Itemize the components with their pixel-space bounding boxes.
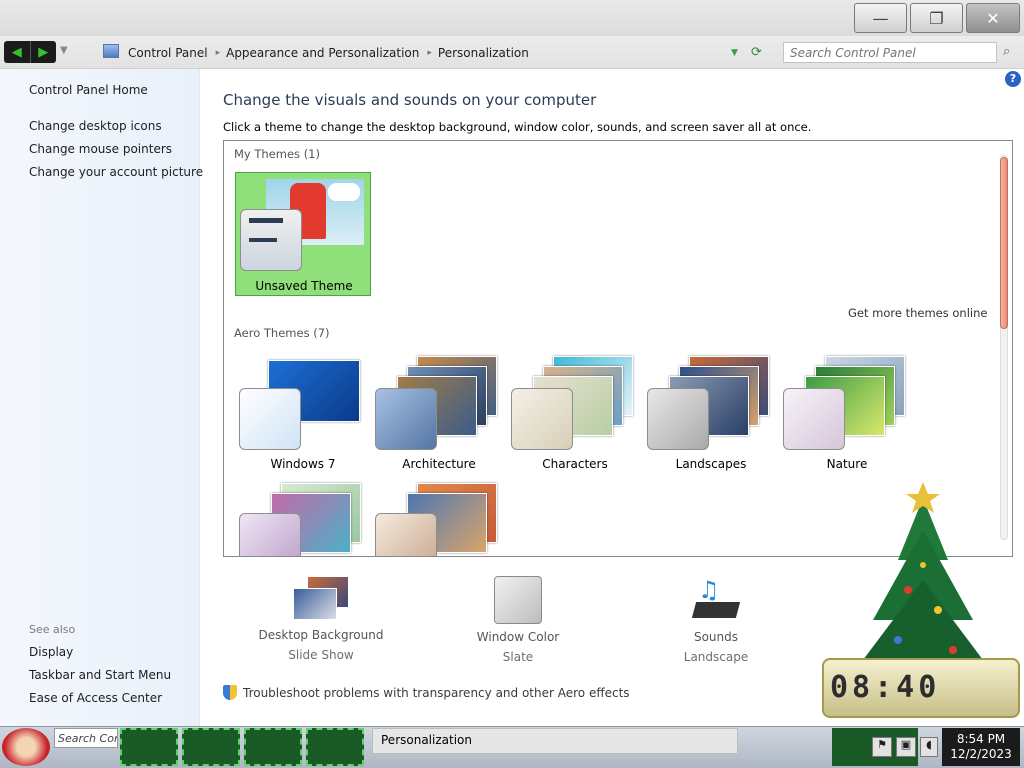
sidebar-item-ease-of-access[interactable]: Ease of Access Center [29,691,162,705]
see-also-heading: See also [29,623,76,636]
taskbar-tree-icon[interactable] [244,728,302,766]
theme-label: Architecture [402,457,476,471]
theme-label: Unsaved Theme [255,279,353,293]
back-arrow-icon[interactable]: ◀ [4,41,31,63]
speech-bubble-icon [328,183,360,201]
window-color-value: Slate [502,650,534,664]
theme-label: Characters [542,457,608,471]
title-bar: — ❐ ✕ [0,0,1024,36]
start-button-santa-icon[interactable] [2,728,50,766]
theme-unsaved-color-swatch [240,209,302,271]
recent-pages-chevron-icon[interactable]: ▼ [60,45,68,56]
maximize-button[interactable]: ❐ [910,3,963,33]
search-input[interactable] [783,42,997,63]
theme-color-swatch [239,388,301,450]
desktop-background-value: Slide Show [288,648,354,662]
theme-color-swatch [647,388,709,450]
search-icon[interactable]: ⌕ [1003,44,1010,59]
page-instructions: Click a theme to change the desktop back… [223,120,812,134]
theme-label: Windows 7 [270,457,336,471]
sidebar-item-account-picture[interactable]: Change your account picture [29,165,203,179]
aero-themes-heading: Aero Themes (7) [234,326,330,340]
breadcrumb-separator-icon[interactable]: ▸ [427,48,432,58]
taskbar-window-personalization[interactable]: Personalization [372,728,738,754]
sounds-icon: ♫ [691,576,741,624]
theme-label: Landscapes [675,457,747,471]
breadcrumb-separator-icon[interactable]: ▸ [216,48,221,58]
troubleshoot-link[interactable]: Troubleshoot problems with transparency … [223,685,630,700]
theme-nature[interactable]: Nature [779,356,915,476]
get-more-themes-link[interactable]: Get more themes online [848,306,987,320]
theme-color-swatch [783,388,845,450]
tray-network-icon[interactable]: ▣ [896,737,916,757]
taskbar-clock[interactable]: 8:54 PM 12/2/2023 [942,728,1020,766]
help-icon[interactable]: ? [1005,71,1021,87]
theme-color-swatch [239,513,301,556]
theme-landscapes[interactable]: Landscapes [643,356,779,476]
theme-color-swatch [375,388,437,450]
close-button[interactable]: ✕ [966,3,1020,33]
troubleshoot-label: Troubleshoot problems with transparency … [243,685,630,700]
clock-date: 12/2/2023 [950,747,1012,761]
clock-gadget: 08:40 [822,658,1020,718]
window-color-title: Window Color [476,630,560,644]
control-panel-icon [103,44,119,58]
desktop-background-title: Desktop Background [258,628,384,642]
theme-windows-7[interactable]: Windows 7 [235,356,371,476]
breadcrumb-control-panel[interactable]: Control Panel [128,46,208,60]
taskbar-file-explorer-icon[interactable] [120,728,178,766]
sidebar-item-mouse-pointers[interactable]: Change mouse pointers [29,142,172,156]
breadcrumb-appearance[interactable]: Appearance and Personalization [226,46,419,60]
sounds-value: Landscape [683,650,749,664]
theme-color-swatch [375,513,437,556]
nav-buttons: ◀ ▶ [4,41,56,63]
tray-flag-icon[interactable]: ⚑ [872,737,892,757]
theme-color-swatch [511,388,573,450]
breadcrumb: Control Panel ▸ Appearance and Personali… [128,36,535,69]
sounds-title: Sounds [693,630,739,644]
minimize-button[interactable]: — [854,3,907,33]
sidebar-control-panel-home[interactable]: Control Panel Home [29,83,148,97]
taskbar-search[interactable]: Search Con [54,728,118,748]
theme-aero-6[interactable] [235,481,371,556]
taskbar-control-panel-icon[interactable] [306,728,364,766]
theme-label: Nature [826,457,868,471]
desktop-background-button[interactable]: Desktop Background Slide Show [251,576,391,662]
theme-list-scrollbar-thumb[interactable] [1000,157,1008,329]
sidebar-item-taskbar[interactable]: Taskbar and Start Menu [29,668,171,682]
theme-characters[interactable]: Characters [507,356,643,476]
sidebar-item-desktop-icons[interactable]: Change desktop icons [29,119,162,133]
sidebar-item-display[interactable]: Display [29,645,73,659]
my-themes-heading: My Themes (1) [234,147,320,161]
page-title: Change the visuals and sounds on your co… [223,91,597,109]
theme-unsaved[interactable]: Unsaved Theme [235,172,371,296]
theme-aero-7[interactable] [371,481,507,556]
sidebar: Control Panel Home Change desktop icons … [0,69,203,727]
shield-icon [223,685,237,700]
refresh-icon[interactable]: ⟳ [751,45,762,60]
tray-volume-icon[interactable]: ◖ [920,737,938,757]
theme-architecture[interactable]: Architecture [371,356,507,476]
window-color-button[interactable]: Window Color Slate [448,576,588,664]
window-color-icon [494,576,542,624]
forward-arrow-icon[interactable]: ▶ [31,41,57,63]
desktop-background-icon [293,576,349,622]
address-dropdown-icon[interactable]: ▼ [731,48,738,58]
sounds-button[interactable]: ♫ Sounds Landscape [646,576,786,664]
taskbar-chrome-icon[interactable] [182,728,240,766]
clock-time: 8:54 PM [956,732,1006,746]
breadcrumb-personalization[interactable]: Personalization [438,46,529,60]
